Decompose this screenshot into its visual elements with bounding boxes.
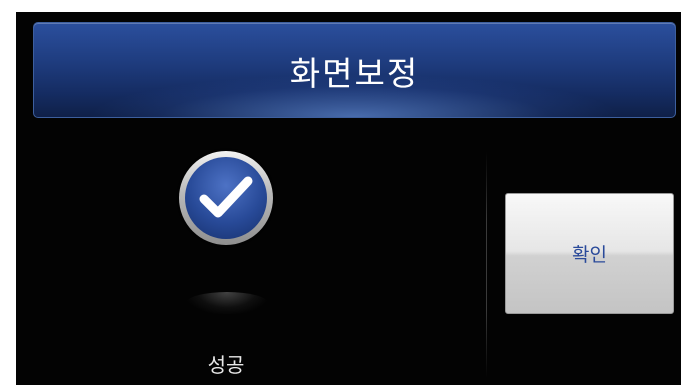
checkmark-icon	[185, 157, 267, 239]
confirm-button-label: 확인	[572, 244, 607, 266]
success-badge	[179, 151, 273, 245]
title-bar: 화면보정	[33, 22, 676, 118]
badge-reflection	[186, 292, 268, 314]
vertical-divider	[486, 152, 487, 378]
page-title: 화면보정	[289, 54, 420, 93]
confirm-button[interactable]: 확인	[505, 193, 674, 314]
status-label: 성공	[207, 353, 245, 377]
calibration-screen: 화면보정 성공 확인	[16, 12, 681, 385]
